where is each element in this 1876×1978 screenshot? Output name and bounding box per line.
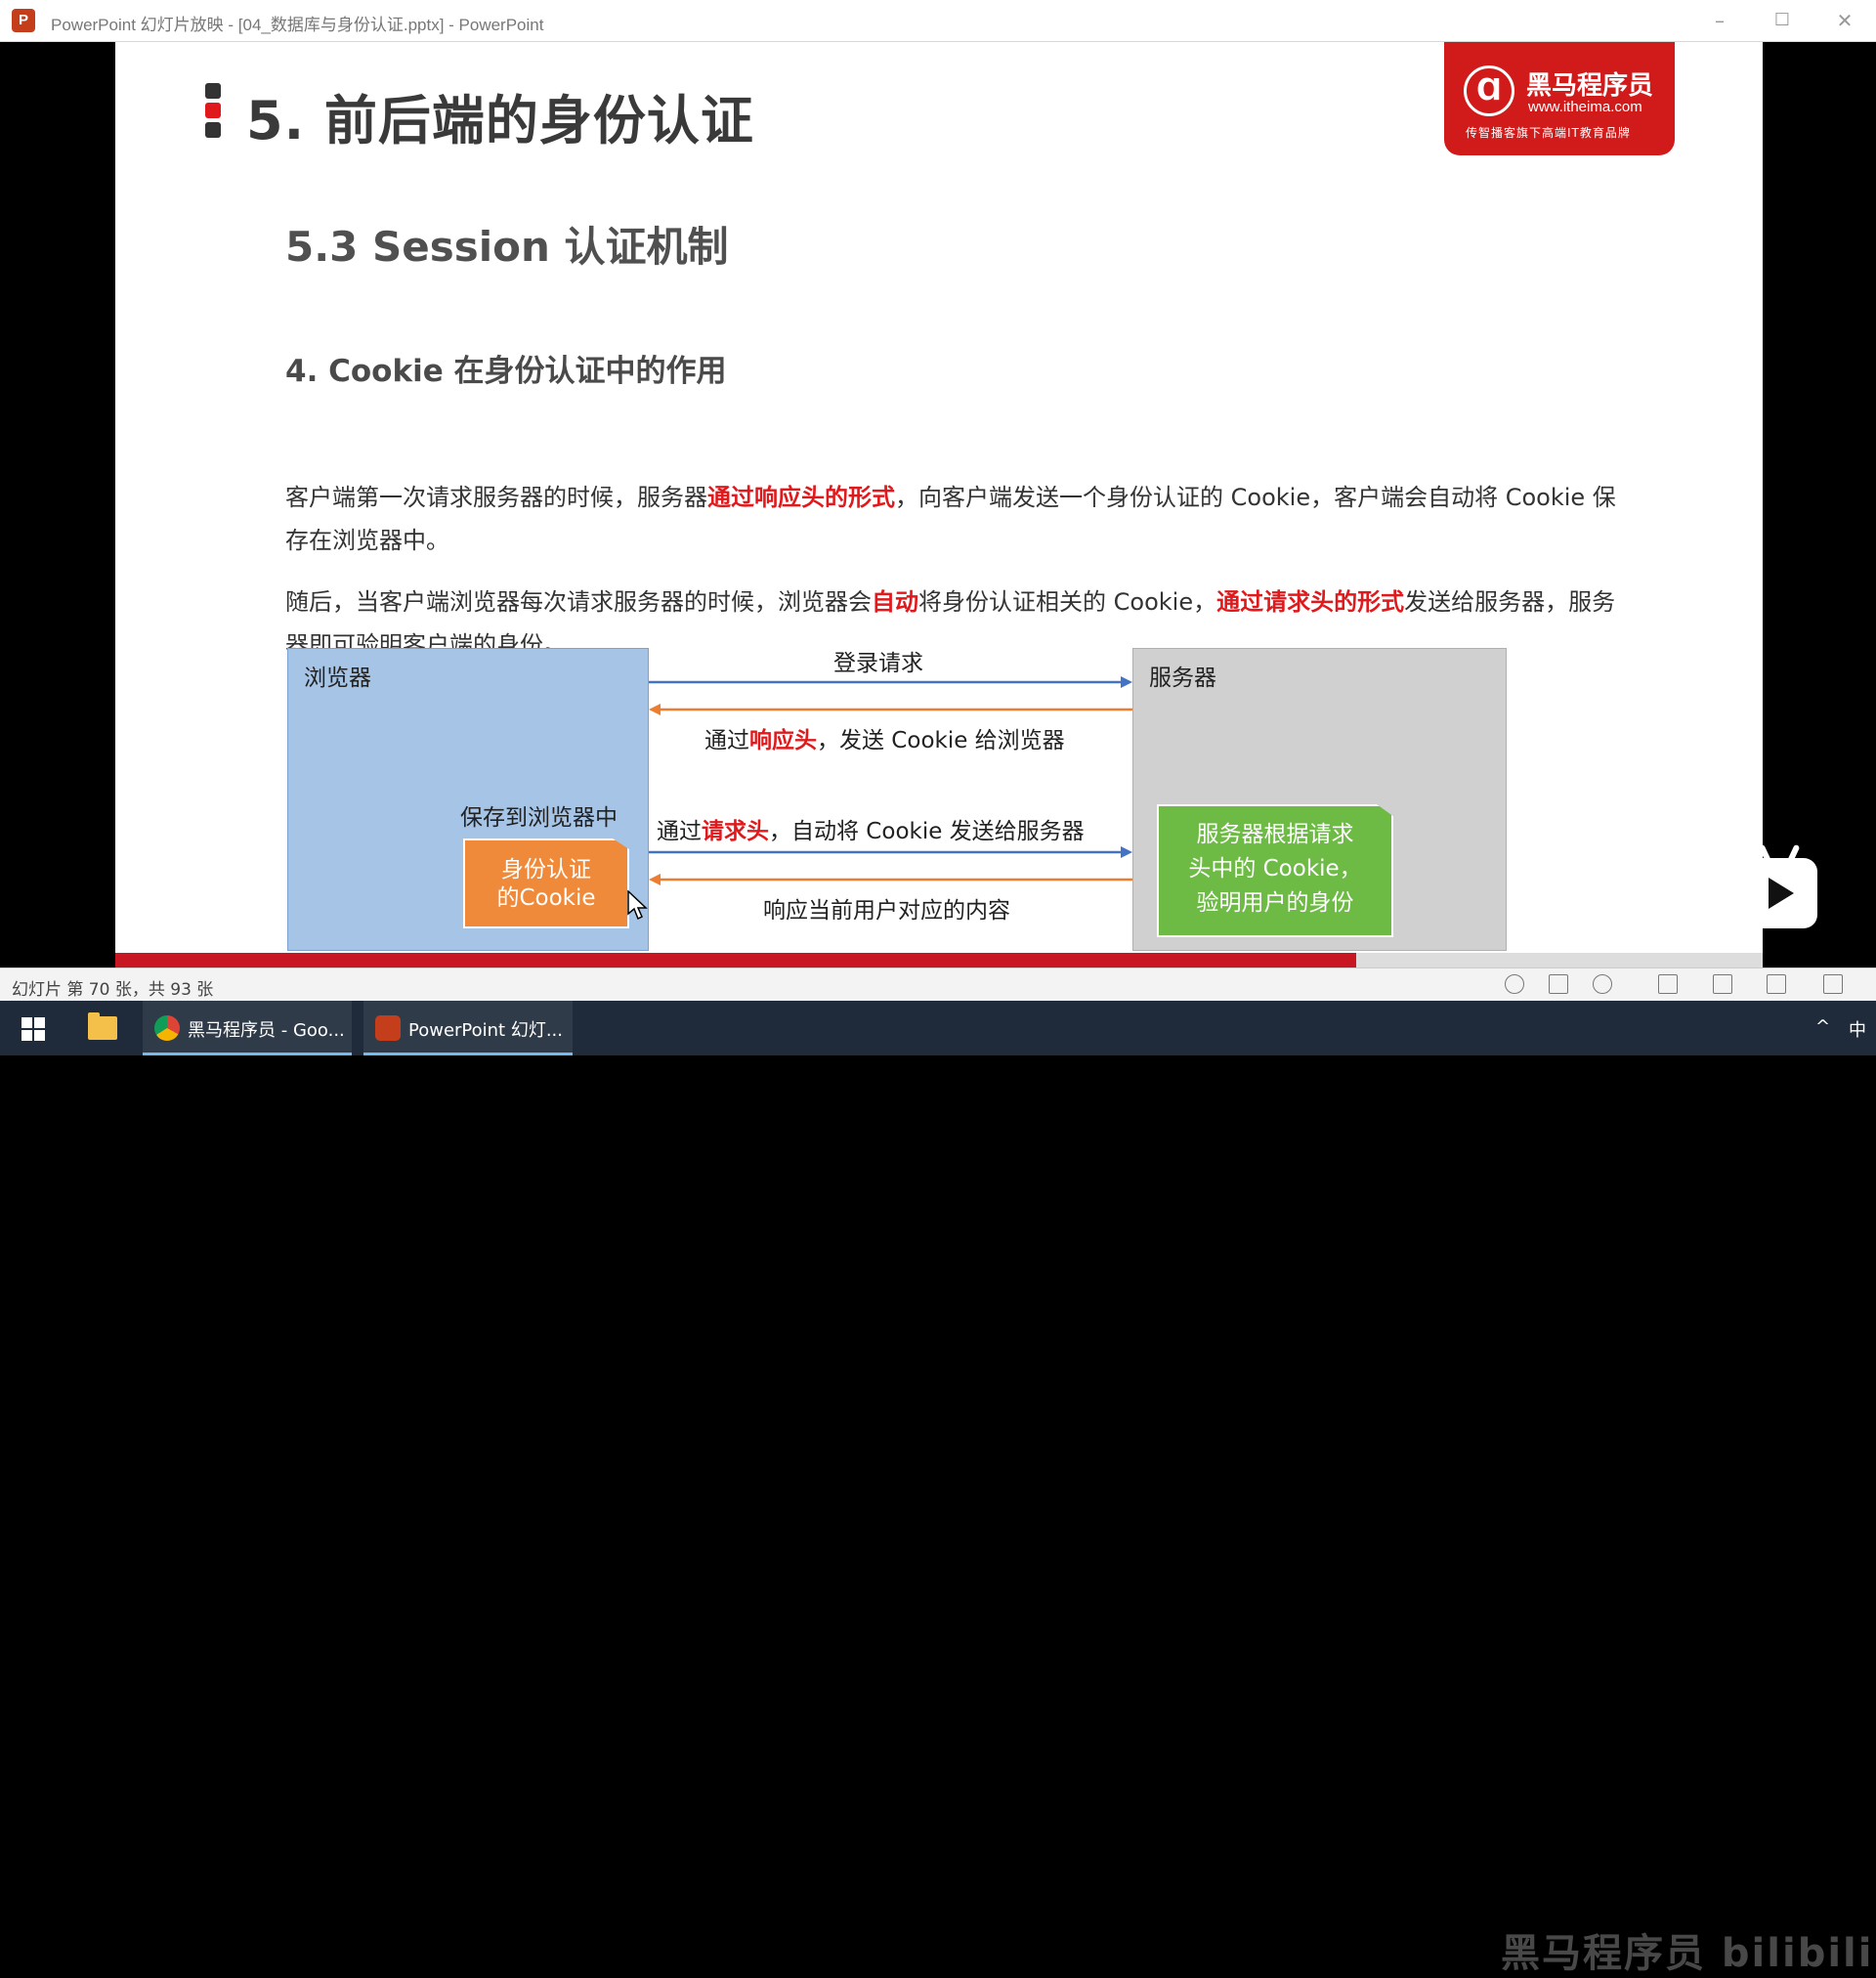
mouse-cursor-icon — [627, 890, 648, 921]
slideshow-icon[interactable] — [1593, 974, 1612, 994]
accessibility-icon[interactable] — [1505, 974, 1524, 994]
maximize-button[interactable]: ☐ — [1751, 0, 1813, 41]
slide-sorter-icon[interactable] — [1713, 974, 1732, 994]
tray-overflow-icon[interactable]: ^ — [1815, 1016, 1830, 1037]
slide-progress-fill — [115, 953, 1356, 968]
notes-icon[interactable] — [1549, 974, 1568, 994]
slide-counter: 幻灯片 第 70 张，共 93 张 — [12, 980, 214, 1000]
arrow2-highlight: 响应头 — [749, 728, 817, 753]
arrow3-pre: 通过 — [657, 819, 702, 844]
powerpoint-icon: P — [12, 9, 35, 32]
file-explorer-icon[interactable] — [88, 1012, 117, 1040]
request-cookie-arrowhead — [1121, 846, 1132, 858]
arrow-label-request-header: 通过请求头，自动将 Cookie 发送给服务器 — [657, 812, 1085, 845]
arrow3-highlight: 请求头 — [702, 819, 769, 844]
windows-start-icon[interactable] — [21, 1017, 45, 1041]
arrow-label-response-header: 通过响应头，发送 Cookie 给浏览器 — [704, 721, 1065, 754]
taskbar-powerpoint-label: PowerPoint 幻灯... — [408, 1020, 564, 1041]
slide-progress-bar — [115, 953, 1763, 968]
login-request-arrowhead — [1121, 676, 1132, 688]
chrome-icon — [154, 1015, 180, 1041]
normal-view-icon[interactable] — [1658, 974, 1678, 994]
minimize-button[interactable]: – — [1688, 0, 1751, 41]
taskbar-chrome-label: 黑马程序员 - Goo... — [188, 1020, 345, 1041]
slide[interactable]: 5. 前后端的身份认证 Ɑ 黑马程序员 www.itheima.com 传智播客… — [115, 42, 1763, 968]
input-method-indicator[interactable]: 中 — [1849, 1016, 1866, 1042]
close-button[interactable]: ✕ — [1813, 0, 1876, 41]
arrow2-post: ，发送 Cookie 给浏览器 — [817, 728, 1065, 753]
window-title: PowerPoint 幻灯片放映 - [04_数据库与身份认证.pptx] - … — [51, 16, 544, 34]
response-content-arrowhead — [649, 874, 661, 885]
reading-view-icon[interactable] — [1767, 974, 1786, 994]
arrow2-pre: 通过 — [704, 728, 749, 753]
fit-slide-icon[interactable] — [1823, 974, 1843, 994]
bilibili-tv-icon — [1741, 843, 1817, 928]
arrow3-post: ，自动将 Cookie 发送给服务器 — [769, 819, 1085, 844]
arrow-label-response-content: 响应当前用户对应的内容 — [763, 898, 1010, 924]
taskbar-chrome[interactable]: 黑马程序员 - Goo... — [143, 1001, 352, 1055]
statusbar: 幻灯片 第 70 张，共 93 张 黑马程序员 bilibili — [0, 968, 1876, 1976]
video-watermark: 黑马程序员 bilibili — [1501, 1931, 1874, 1976]
slideshow-stage[interactable]: 5. 前后端的身份认证 Ɑ 黑马程序员 www.itheima.com 传智播客… — [0, 42, 1876, 968]
taskbar-powerpoint[interactable]: PowerPoint 幻灯... — [363, 1001, 573, 1055]
arrow-label-login: 登录请求 — [833, 651, 923, 676]
powerpoint-taskbar-icon — [375, 1015, 401, 1041]
window-titlebar: P PowerPoint 幻灯片放映 - [04_数据库与身份认证.pptx] … — [0, 0, 1876, 42]
windows-taskbar: 黑马程序员 - Goo... PowerPoint 幻灯... ^ 中 — [0, 1001, 1876, 1055]
response-cookie-arrowhead — [649, 704, 661, 715]
